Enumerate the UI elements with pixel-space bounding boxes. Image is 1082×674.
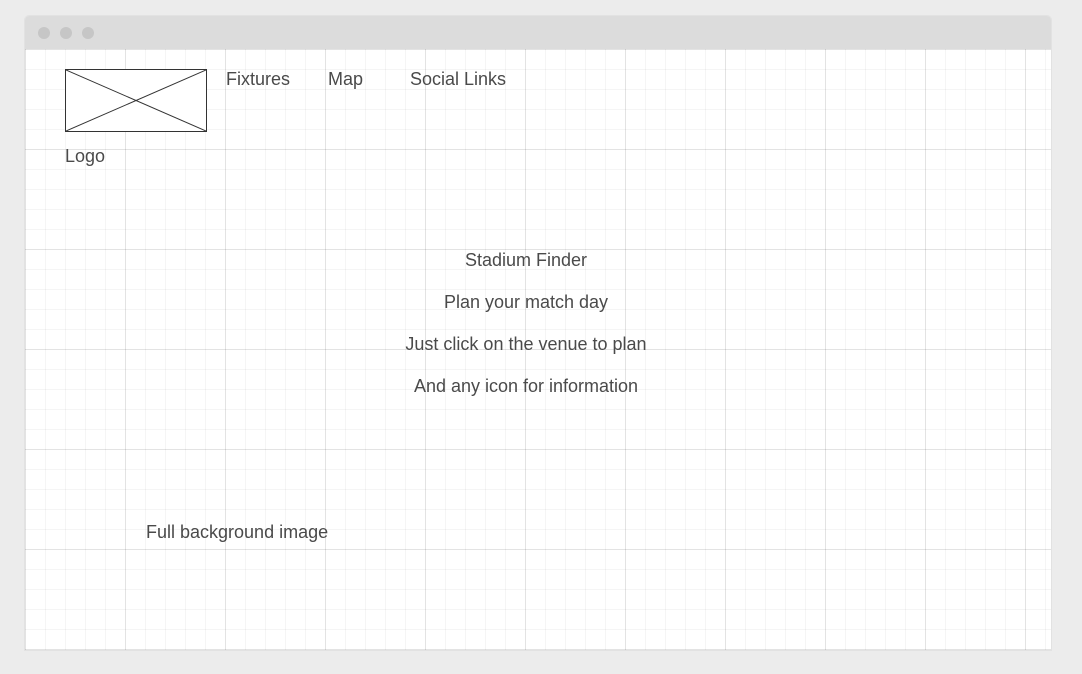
image-placeholder-icon [66, 70, 206, 131]
hero-instruction-icon: And any icon for information [413, 376, 639, 396]
logo-placeholder[interactable] [65, 69, 207, 132]
window-minimize-dot[interactable] [60, 27, 72, 39]
wireframe-canvas: Logo Fixtures Map Social Links Stadium F… [25, 49, 1051, 650]
nav-link-social-links[interactable]: Social Links [410, 68, 506, 90]
hero-instruction-venue: Just click on the venue to plan [405, 334, 647, 354]
window-maximize-dot[interactable] [82, 27, 94, 39]
nav-link-map[interactable]: Map [328, 68, 363, 90]
logo-label: Logo [65, 146, 106, 166]
browser-window: Logo Fixtures Map Social Links Stadium F… [25, 16, 1051, 650]
hero-subtitle: Plan your match day [443, 292, 609, 312]
background-image-label: Full background image [146, 522, 329, 542]
window-close-dot[interactable] [38, 27, 50, 39]
nav-link-fixtures[interactable]: Fixtures [226, 68, 290, 90]
hero-title: Stadium Finder [464, 250, 588, 270]
window-titlebar [25, 16, 1051, 49]
